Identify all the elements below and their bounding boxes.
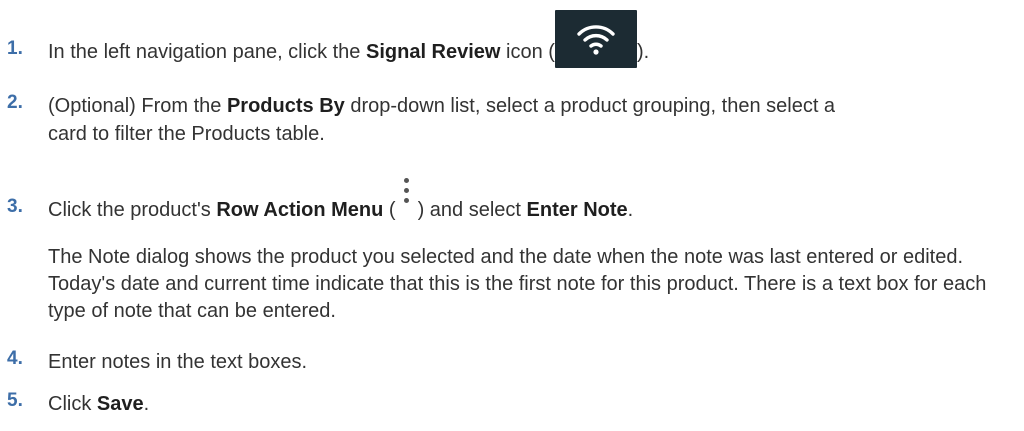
note-dialog-description: The Note dialog shows the product you se…: [48, 246, 987, 322]
vertical-ellipsis-icon: [395, 172, 418, 222]
step-number: 4.: [7, 348, 23, 369]
step-number: 3.: [7, 196, 23, 217]
enter-note-label: Enter Note: [526, 199, 628, 221]
step-number: 5.: [7, 390, 23, 411]
step-text: (Optional) From the Products By drop-dow…: [48, 95, 836, 145]
step-text: Click Save.: [48, 393, 150, 415]
signal-review-label: Signal Review: [365, 41, 501, 63]
step-number: 1.: [7, 38, 23, 59]
step-text: Enter notes in the text boxes.: [48, 351, 308, 373]
products-by-label: Products By: [226, 95, 345, 117]
save-label: Save: [96, 393, 144, 415]
wifi-signal-glyph: [577, 25, 615, 55]
row-action-menu-label: Row Action Menu: [216, 199, 384, 221]
step-text: In the left navigation pane, click the S…: [48, 10, 1016, 68]
step-text: Click the product's Row Action Menu () a…: [48, 172, 1016, 224]
step-number: 2.: [7, 92, 23, 113]
wifi-signal-icon: [554, 10, 637, 68]
